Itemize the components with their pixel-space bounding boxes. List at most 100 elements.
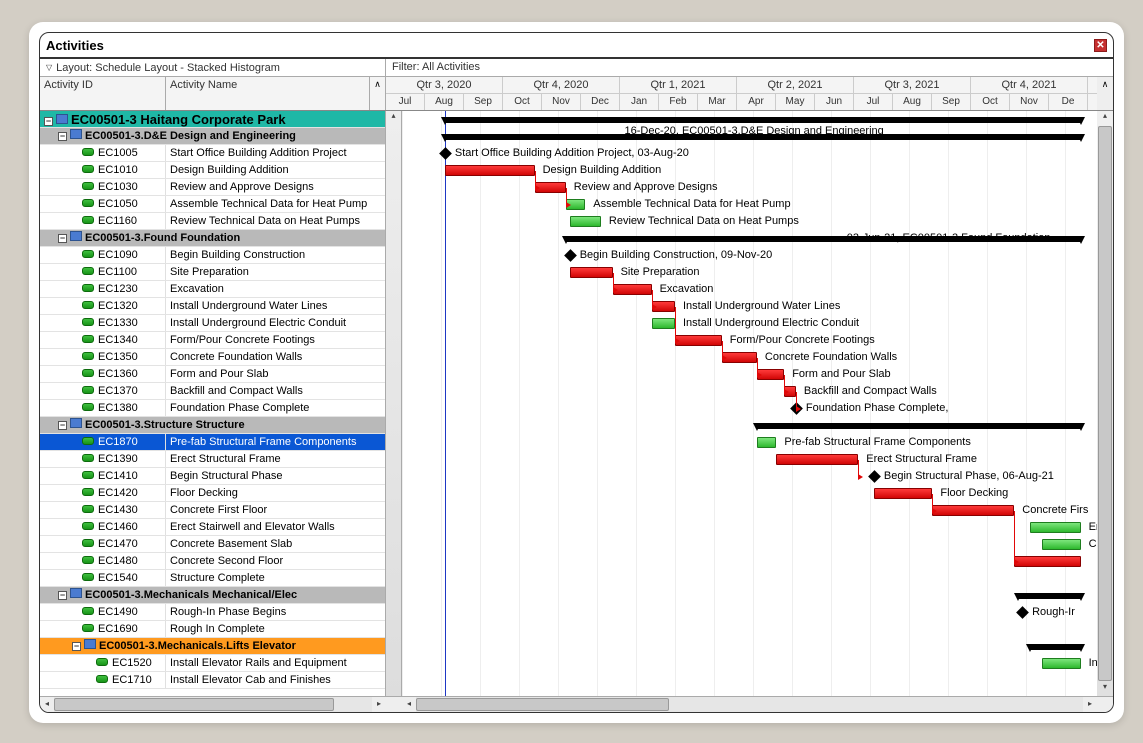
- activity-row[interactable]: EC1230Excavation: [40, 281, 385, 298]
- task-bar[interactable]: [445, 165, 535, 176]
- activity-row[interactable]: EC1050Assemble Technical Data for Heat P…: [40, 196, 385, 213]
- collapse-icon[interactable]: −: [58, 421, 67, 430]
- activity-icon: [82, 403, 94, 411]
- activity-row[interactable]: EC1420Floor Decking: [40, 485, 385, 502]
- activity-name: Floor Decking: [170, 487, 238, 499]
- vertical-scrollbar[interactable]: ▴ ▾: [1097, 111, 1113, 696]
- month-header: Dec: [581, 94, 620, 110]
- splitter-button[interactable]: ∧: [370, 77, 386, 110]
- activity-row[interactable]: EC1005Start Office Building Addition Pro…: [40, 145, 385, 162]
- scroll-down-icon[interactable]: ▾: [1097, 682, 1113, 696]
- task-bar[interactable]: [1014, 556, 1080, 567]
- wbs-folder-icon: [70, 588, 82, 598]
- scrollbar-thumb[interactable]: [1098, 126, 1112, 681]
- task-bar[interactable]: [1030, 522, 1081, 533]
- task-bar[interactable]: [932, 505, 1014, 516]
- collapse-icon[interactable]: −: [58, 132, 67, 141]
- activity-row[interactable]: EC1370Backfill and Compact Walls: [40, 383, 385, 400]
- activity-row[interactable]: EC1390Erect Structural Frame: [40, 451, 385, 468]
- wbs-row-level0[interactable]: −EC00501-3 Haitang Corporate Park: [40, 111, 385, 128]
- activity-row[interactable]: EC1380Foundation Phase Complete: [40, 400, 385, 417]
- task-bar[interactable]: [757, 437, 777, 448]
- activity-id: EC1370: [98, 385, 138, 397]
- activity-row[interactable]: EC1870Pre-fab Structural Frame Component…: [40, 434, 385, 451]
- activity-row[interactable]: EC1460Erect Stairwell and Elevator Walls: [40, 519, 385, 536]
- task-bar[interactable]: [874, 488, 933, 499]
- wbs-row-level2[interactable]: −EC00501-3.Mechanicals.Lifts Elevator: [40, 638, 385, 655]
- column-header-activity-id[interactable]: Activity ID: [40, 77, 166, 110]
- summary-bar[interactable]: [1018, 593, 1080, 599]
- activity-row[interactable]: EC1520Install Elevator Rails and Equipme…: [40, 655, 385, 672]
- task-label: Erec: [1089, 521, 1097, 533]
- close-icon[interactable]: ✕: [1094, 39, 1107, 52]
- activity-row[interactable]: EC1690Rough In Complete: [40, 621, 385, 638]
- collapse-icon[interactable]: −: [44, 117, 53, 126]
- collapse-icon[interactable]: −: [72, 642, 81, 651]
- wbs-row-level1[interactable]: −EC00501-3.D&E Design and Engineering: [40, 128, 385, 145]
- activity-id: EC1340: [98, 334, 138, 346]
- activity-row[interactable]: EC1100Site Preparation: [40, 264, 385, 281]
- summary-bar[interactable]: [757, 423, 1081, 429]
- activity-id: EC1690: [98, 623, 138, 635]
- milestone-marker[interactable]: [1016, 606, 1029, 619]
- gantt-chart[interactable]: 16-Dec-20, EC00501-3.D&E Design and Engi…: [402, 111, 1097, 696]
- activity-row[interactable]: EC1410Begin Structural Phase: [40, 468, 385, 485]
- activity-row[interactable]: EC1340 Form/Pour Concrete Footings: [40, 332, 385, 349]
- wbs-folder-icon: [70, 231, 82, 241]
- summary-bar[interactable]: [445, 117, 1081, 123]
- activity-row[interactable]: EC1090Begin Building Construction: [40, 247, 385, 264]
- task-bar[interactable]: [776, 454, 858, 465]
- activity-row[interactable]: EC1350Concrete Foundation Walls: [40, 349, 385, 366]
- task-label: Erect Structural Frame: [866, 453, 977, 465]
- gantt-horizontal-scrollbar[interactable]: ◂▸: [402, 697, 1097, 712]
- task-bar[interactable]: [722, 352, 757, 363]
- task-bar[interactable]: [652, 318, 675, 329]
- wbs-row-level1[interactable]: − EC00501-3.Mechanicals Mechanical/Elec: [40, 587, 385, 604]
- task-label: Concrete Foundation Walls: [765, 351, 897, 363]
- task-label: Form/Pour Concrete Footings: [730, 334, 875, 346]
- activity-icon: [82, 471, 94, 479]
- scrollbar-corner: ∧: [1097, 77, 1113, 110]
- task-label: Concrete Firs: [1022, 504, 1088, 516]
- activity-row[interactable]: EC1710Install Elevator Cab and Finishes: [40, 672, 385, 689]
- collapse-icon[interactable]: −: [58, 591, 67, 600]
- activity-icon: [82, 454, 94, 462]
- activity-icon: [82, 216, 94, 224]
- quarter-header: Qtr 4, 2020: [503, 77, 620, 93]
- activity-row[interactable]: EC1360Form and Pour Slab: [40, 366, 385, 383]
- activity-row[interactable]: EC1480Concrete Second Floor: [40, 553, 385, 570]
- activity-id: EC1470: [98, 538, 138, 550]
- activity-name: Site Preparation: [170, 266, 249, 278]
- wbs-row-level1[interactable]: −EC00501-3.Found Foundation: [40, 230, 385, 247]
- collapse-icon[interactable]: −: [58, 234, 67, 243]
- layout-selector[interactable]: ▽ Layout: Schedule Layout - Stacked Hist…: [40, 59, 386, 76]
- summary-bar[interactable]: [1030, 644, 1081, 650]
- month-header: Jul: [854, 94, 893, 110]
- wbs-row-level1[interactable]: −EC00501-3.Structure Structure: [40, 417, 385, 434]
- activity-name: Form/Pour Concrete Footings: [170, 334, 315, 346]
- activity-row[interactable]: EC1540Structure Complete: [40, 570, 385, 587]
- column-header-activity-name[interactable]: Activity Name: [166, 77, 370, 110]
- scroll-up-icon[interactable]: ▴: [1097, 111, 1113, 125]
- activity-row[interactable]: EC1030Review and Approve Designs: [40, 179, 385, 196]
- milestone-marker[interactable]: [564, 249, 577, 262]
- task-bar[interactable]: [675, 335, 722, 346]
- month-header: Aug: [425, 94, 464, 110]
- vertical-splitter[interactable]: ▴: [386, 111, 402, 696]
- wbs-label: EC00501-3.Mechanicals Mechanical/Elec: [85, 589, 297, 601]
- activity-row[interactable]: EC1430Concrete First Floor: [40, 502, 385, 519]
- left-horizontal-scrollbar[interactable]: ◂▸: [40, 697, 386, 712]
- activity-row[interactable]: EC1470Concrete Basement Slab: [40, 536, 385, 553]
- task-bar[interactable]: [1042, 539, 1081, 550]
- activity-row[interactable]: EC1160Review Technical Data on Heat Pump…: [40, 213, 385, 230]
- activity-row[interactable]: EC1010Design Building Addition: [40, 162, 385, 179]
- activity-row[interactable]: EC1320Install Underground Water Lines: [40, 298, 385, 315]
- activity-row[interactable]: EC1330Install Underground Electric Condu…: [40, 315, 385, 332]
- task-bar[interactable]: [570, 267, 613, 278]
- task-bar[interactable]: [613, 284, 652, 295]
- activity-icon: [82, 624, 94, 632]
- activity-row[interactable]: EC1490Rough-In Phase Begins: [40, 604, 385, 621]
- task-bar[interactable]: [570, 216, 601, 227]
- filter-label: Filter: All Activities: [386, 59, 1113, 76]
- task-bar[interactable]: [1042, 658, 1081, 669]
